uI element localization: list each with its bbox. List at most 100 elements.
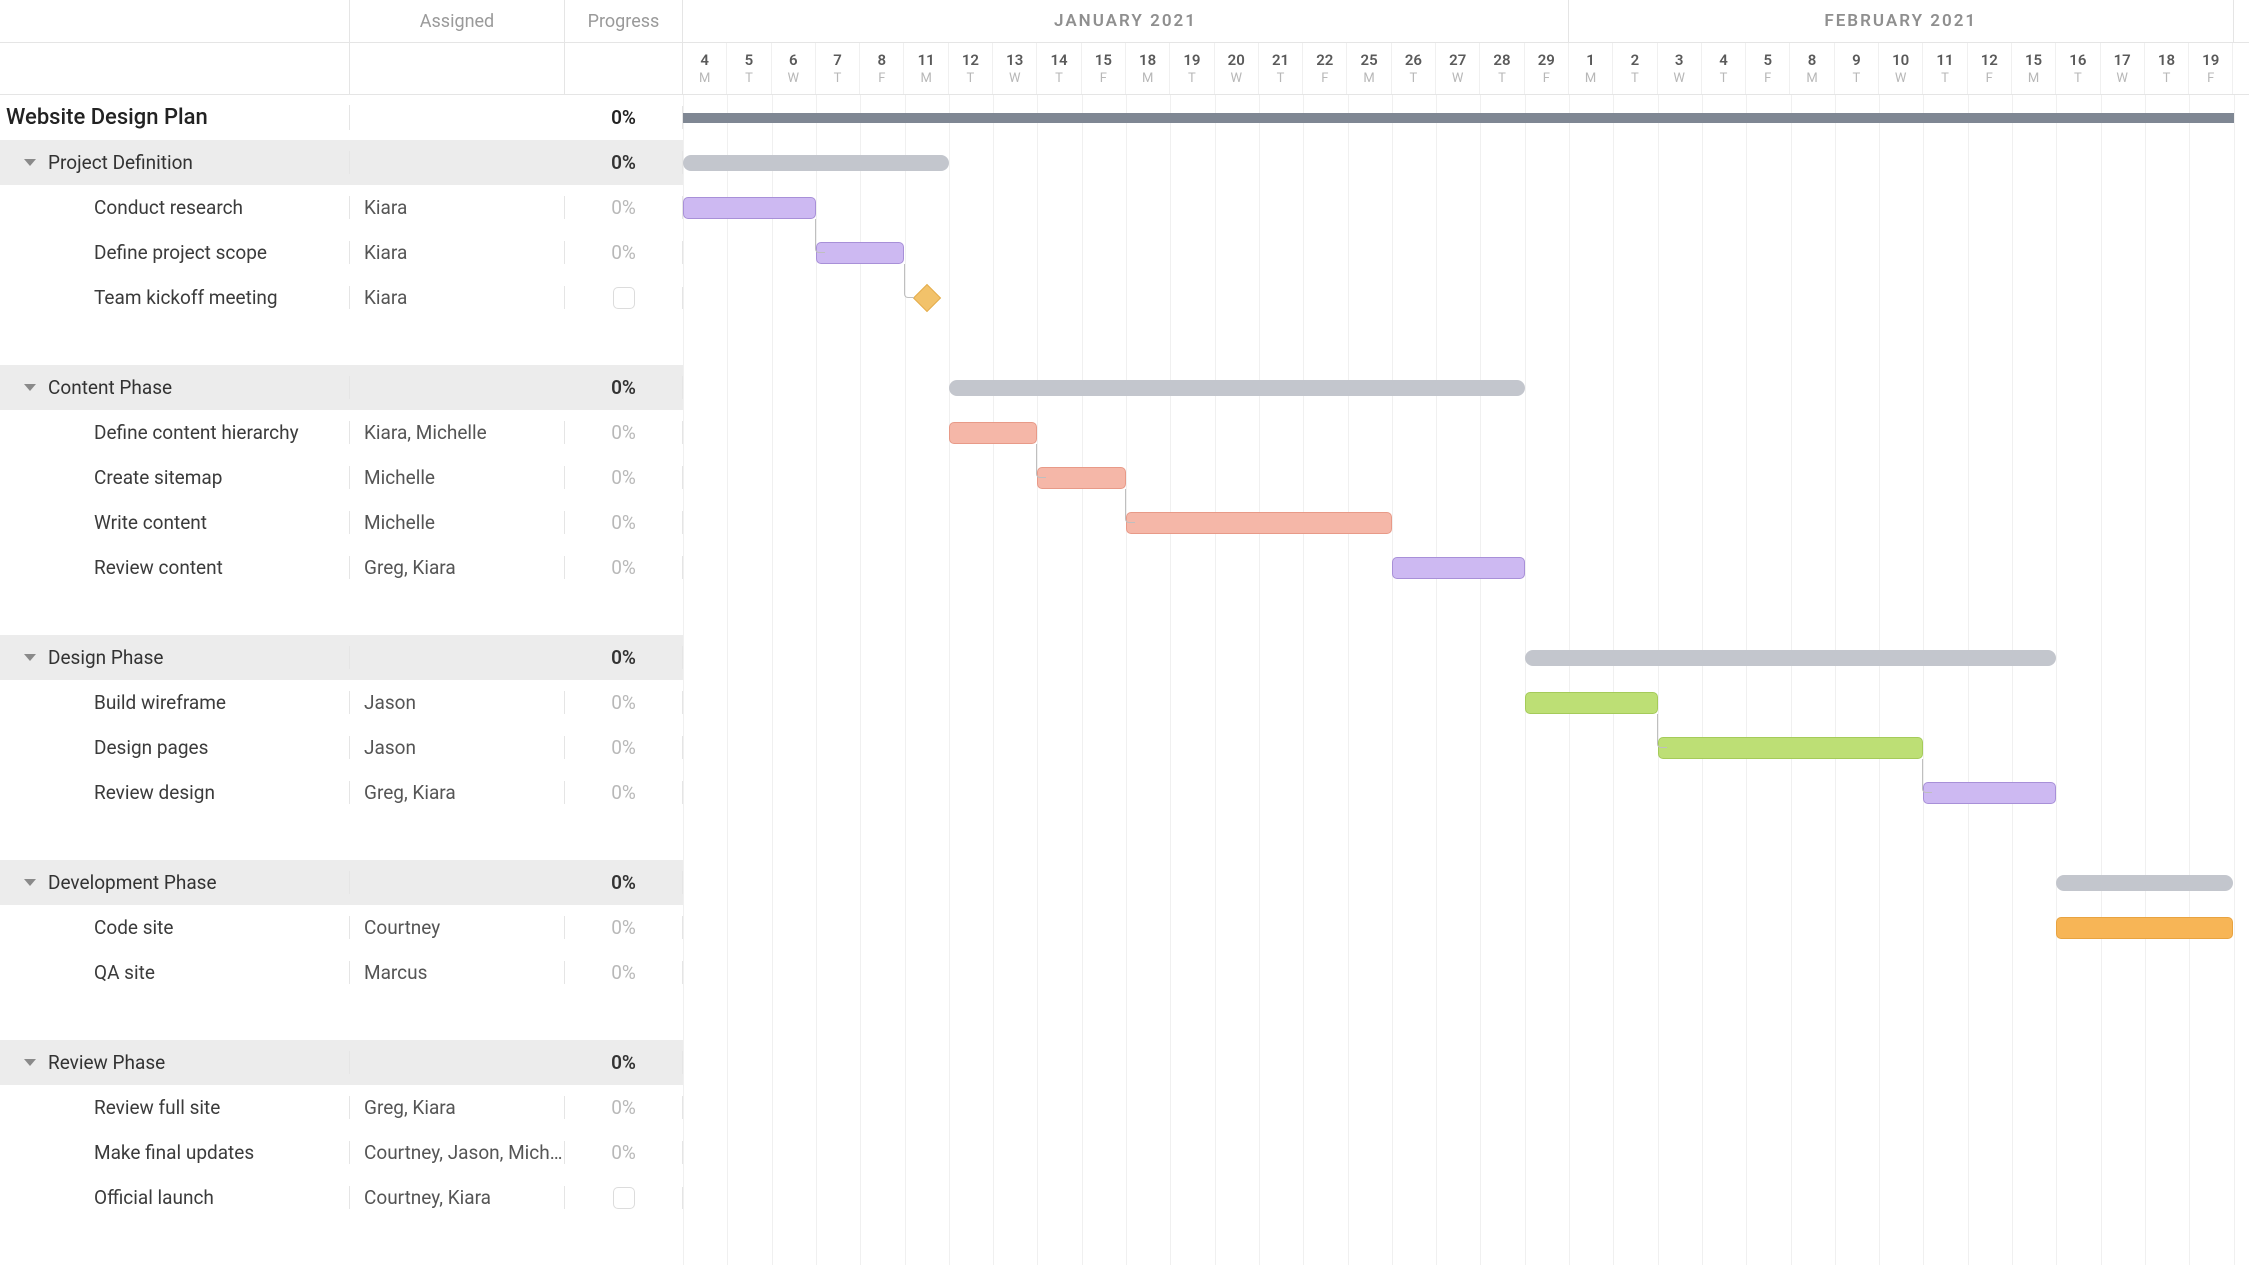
- section-row[interactable]: Project Definition: [0, 151, 350, 174]
- gantt-task-bar[interactable]: [949, 422, 1038, 444]
- day-header[interactable]: 2T: [1613, 43, 1657, 94]
- task-assigned[interactable]: Michelle: [350, 466, 565, 489]
- gantt-summary-bar[interactable]: [683, 155, 949, 171]
- day-header[interactable]: 21T: [1259, 43, 1303, 94]
- column-assigned-header[interactable]: Assigned: [350, 0, 565, 42]
- day-header[interactable]: 14T: [1037, 43, 1081, 94]
- task-row[interactable]: Write content: [0, 511, 350, 534]
- section-progress: 0%: [565, 151, 683, 174]
- gantt-summary-bar[interactable]: [2056, 875, 2233, 891]
- task-assigned[interactable]: Greg, Kiara: [350, 556, 565, 579]
- section-row[interactable]: Design Phase: [0, 646, 350, 669]
- task-row[interactable]: Make final updates: [0, 1141, 350, 1164]
- day-header[interactable]: 3W: [1658, 43, 1702, 94]
- task-row[interactable]: QA site: [0, 961, 350, 984]
- task-row[interactable]: Build wireframe: [0, 691, 350, 714]
- grid-line: [816, 95, 817, 1265]
- task-row[interactable]: Review full site: [0, 1096, 350, 1119]
- caret-down-icon[interactable]: [24, 879, 36, 886]
- day-header[interactable]: 1M: [1569, 43, 1613, 94]
- day-header[interactable]: 15M: [2012, 43, 2056, 94]
- task-assigned[interactable]: Courtney, Jason, Michelle: [350, 1141, 565, 1164]
- day-header[interactable]: 11M: [904, 43, 948, 94]
- day-header[interactable]: 10W: [1879, 43, 1923, 94]
- grid-line: [772, 95, 773, 1265]
- day-header[interactable]: 13W: [993, 43, 1037, 94]
- task-assigned[interactable]: Greg, Kiara: [350, 1096, 565, 1119]
- day-header[interactable]: 9T: [1835, 43, 1879, 94]
- task-row[interactable]: Define content hierarchy: [0, 421, 350, 444]
- task-assigned[interactable]: Kiara: [350, 286, 565, 309]
- task-assigned[interactable]: Courtney: [350, 916, 565, 939]
- milestone-checkbox[interactable]: [613, 1187, 635, 1209]
- day-header[interactable]: 27W: [1436, 43, 1480, 94]
- section-row[interactable]: Review Phase: [0, 1051, 350, 1074]
- task-assigned[interactable]: Michelle: [350, 511, 565, 534]
- gantt-task-bar[interactable]: [1525, 692, 1658, 714]
- day-header[interactable]: 8M: [1790, 43, 1834, 94]
- day-header[interactable]: 18T: [2145, 43, 2189, 94]
- task-assigned[interactable]: Kiara: [350, 196, 565, 219]
- day-header[interactable]: 7T: [816, 43, 860, 94]
- gantt-task-bar[interactable]: [2056, 917, 2233, 939]
- gantt-task-bar[interactable]: [1392, 557, 1525, 579]
- task-assigned[interactable]: Marcus: [350, 961, 565, 984]
- task-row[interactable]: Review design: [0, 781, 350, 804]
- gantt-milestone[interactable]: [912, 283, 940, 311]
- section-row[interactable]: Content Phase: [0, 376, 350, 399]
- gantt-task-bar[interactable]: [816, 242, 905, 264]
- day-header[interactable]: 11T: [1923, 43, 1967, 94]
- caret-down-icon[interactable]: [24, 1059, 36, 1066]
- day-header[interactable]: 4M: [683, 43, 727, 94]
- day-header[interactable]: 26T: [1392, 43, 1436, 94]
- task-row[interactable]: Official launch: [0, 1186, 350, 1209]
- day-header[interactable]: 15F: [1082, 43, 1126, 94]
- day-header[interactable]: 4T: [1702, 43, 1746, 94]
- task-row[interactable]: Review content: [0, 556, 350, 579]
- day-header[interactable]: 25M: [1347, 43, 1391, 94]
- day-header[interactable]: 22F: [1303, 43, 1347, 94]
- milestone-checkbox[interactable]: [613, 287, 635, 309]
- caret-down-icon[interactable]: [24, 654, 36, 661]
- task-assigned[interactable]: Courtney, Kiara: [350, 1186, 565, 1209]
- gantt-task-bar[interactable]: [1658, 737, 1924, 759]
- day-header[interactable]: 12F: [1968, 43, 2012, 94]
- gantt-task-bar[interactable]: [1126, 512, 1392, 534]
- day-header[interactable]: 28T: [1480, 43, 1524, 94]
- column-progress-header[interactable]: Progress: [565, 0, 683, 42]
- task-row[interactable]: Create sitemap: [0, 466, 350, 489]
- task-row[interactable]: Code site: [0, 916, 350, 939]
- task-assigned[interactable]: Greg, Kiara: [350, 781, 565, 804]
- gantt-summary-bar[interactable]: [1525, 650, 2057, 666]
- day-header[interactable]: 20W: [1215, 43, 1259, 94]
- gantt-task-bar[interactable]: [1037, 467, 1126, 489]
- day-header[interactable]: 18M: [1126, 43, 1170, 94]
- task-row[interactable]: Conduct research: [0, 196, 350, 219]
- day-header[interactable]: 6W: [772, 43, 816, 94]
- day-header[interactable]: 8F: [860, 43, 904, 94]
- day-header[interactable]: 12T: [949, 43, 993, 94]
- day-header[interactable]: 17W: [2101, 43, 2145, 94]
- caret-down-icon[interactable]: [24, 384, 36, 391]
- day-header[interactable]: 29F: [1525, 43, 1569, 94]
- task-assigned[interactable]: Kiara: [350, 241, 565, 264]
- gantt-task-bar[interactable]: [1923, 782, 2056, 804]
- day-header[interactable]: 16T: [2056, 43, 2100, 94]
- task-row[interactable]: Design pages: [0, 736, 350, 759]
- task-assigned[interactable]: Kiara, Michelle: [350, 421, 565, 444]
- task-assigned[interactable]: Jason: [350, 736, 565, 759]
- gantt-summary-bar[interactable]: [949, 380, 1525, 396]
- gantt-chart-area[interactable]: [683, 95, 2249, 1265]
- day-header[interactable]: 5T: [727, 43, 771, 94]
- section-row[interactable]: Development Phase: [0, 871, 350, 894]
- task-row[interactable]: Team kickoff meeting: [0, 286, 350, 309]
- day-header[interactable]: 5F: [1746, 43, 1790, 94]
- day-header[interactable]: 19T: [1170, 43, 1214, 94]
- project-title[interactable]: Website Design Plan: [0, 105, 350, 130]
- task-assigned[interactable]: Jason: [350, 691, 565, 714]
- gantt-task-bar[interactable]: [683, 197, 816, 219]
- day-header[interactable]: 19F: [2189, 43, 2233, 94]
- caret-down-icon[interactable]: [24, 159, 36, 166]
- task-row[interactable]: Define project scope: [0, 241, 350, 264]
- gantt-project-bar[interactable]: [683, 113, 2234, 123]
